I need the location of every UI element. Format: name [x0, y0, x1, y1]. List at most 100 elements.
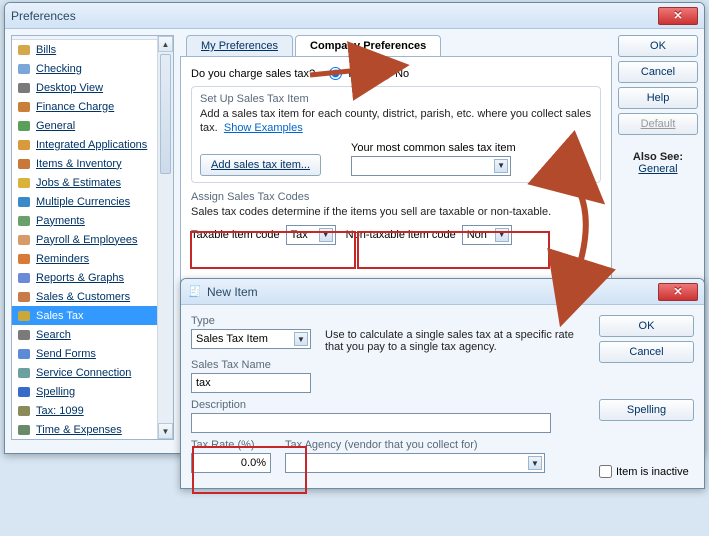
new-item-icon: 🧾 [187, 284, 203, 300]
also-see-heading: Also See: [618, 151, 698, 163]
sidebar-icon [16, 289, 32, 305]
sidebar-icon [16, 403, 32, 419]
sidebar-item-service-connection[interactable]: Service Connection [12, 363, 173, 382]
chevron-down-icon: ▼ [528, 456, 542, 470]
sidebar-item-label: Desktop View [36, 82, 103, 94]
desc-input[interactable] [191, 413, 551, 433]
charge-tax-question: Do you charge sales tax? [191, 68, 315, 80]
show-examples-link[interactable]: Show Examples [224, 122, 303, 134]
sidebar-item-label: Time & Expenses [36, 424, 122, 436]
assign-desc: Sales tax codes determine if the items y… [191, 205, 601, 219]
sidebar-item-jobs-estimates[interactable]: Jobs & Estimates [12, 173, 173, 192]
sidebar-item-label: Reports & Graphs [36, 272, 124, 284]
agency-dropdown[interactable]: ▼ [285, 453, 545, 473]
sidebar-icon [16, 270, 32, 286]
sidebar-item-label: Spelling [36, 386, 75, 398]
common-tax-dropdown[interactable]: ▼ [351, 156, 511, 176]
chevron-down-icon: ▼ [319, 228, 333, 242]
sidebar-item-label: Search [36, 329, 71, 341]
sidebar-item-time-expenses[interactable]: Time & Expenses [12, 420, 173, 439]
sidebar-item-label: Items & Inventory [36, 158, 122, 170]
rate-label: Tax Rate (%) [191, 439, 271, 451]
nontaxable-label: Non-taxable item code [346, 229, 456, 241]
new-item-cancel-button[interactable]: Cancel [599, 341, 694, 363]
new-item-title: New Item [207, 285, 258, 299]
sidebar-icon [16, 99, 32, 115]
sidebar-icon [16, 384, 32, 400]
chevron-down-icon: ▼ [494, 159, 508, 173]
inactive-label: Item is inactive [616, 466, 689, 478]
scrollbar[interactable]: ▲ ▼ [157, 36, 173, 439]
sidebar-icon [16, 156, 32, 172]
tab-my-preferences[interactable]: My Preferences [186, 35, 293, 56]
sidebar-item-multiple-currencies[interactable]: Multiple Currencies [12, 192, 173, 211]
sidebar-item-payroll-employees[interactable]: Payroll & Employees [12, 230, 173, 249]
common-tax-label: Your most common sales tax item [351, 142, 592, 154]
sidebar-icon [16, 194, 32, 210]
sidebar-item-desktop-view[interactable]: Desktop View [12, 78, 173, 97]
sidebar-item-reports-graphs[interactable]: Reports & Graphs [12, 268, 173, 287]
sidebar-item-label: Send Forms [36, 348, 96, 360]
also-see-link[interactable]: General [618, 163, 698, 175]
add-sales-tax-item-button[interactable]: Add sales tax item... [200, 154, 321, 176]
sidebar-icon [16, 61, 32, 77]
rate-input[interactable] [191, 453, 271, 473]
default-button[interactable]: Default [618, 113, 698, 135]
sidebar-item-tax-1099[interactable]: Tax: 1099 [12, 401, 173, 420]
sidebar-icon [16, 42, 32, 58]
sidebar-icon [16, 213, 32, 229]
spelling-button[interactable]: Spelling [599, 399, 694, 421]
inactive-checkbox[interactable]: Item is inactive [599, 465, 694, 478]
yes-label: Yes [346, 68, 364, 80]
sidebar-item-label: Payroll & Employees [36, 234, 138, 246]
no-radio[interactable]: No [378, 67, 409, 80]
close-icon[interactable]: ✕ [658, 7, 698, 25]
sidebar-item-items-inventory[interactable]: Items & Inventory [12, 154, 173, 173]
sidebar-item-label: Finance Charge [36, 101, 114, 113]
sidebar-item-general[interactable]: General [12, 116, 173, 135]
sidebar-item-label: Sales Tax [36, 310, 84, 322]
sidebar-icon [16, 346, 32, 362]
prefs-sidebar: Bills Checking Desktop View Finance Charge G… [11, 35, 174, 440]
nontaxable-dropdown[interactable]: Non▼ [462, 225, 512, 245]
sidebar-item-checking[interactable]: Checking [12, 59, 173, 78]
sidebar-item-finance-charge[interactable]: Finance Charge [12, 97, 173, 116]
sidebar-icon [16, 422, 32, 438]
tab-company-preferences[interactable]: Company Preferences [295, 35, 441, 56]
name-input[interactable] [191, 373, 311, 393]
sidebar-item-reminders[interactable]: Reminders [12, 249, 173, 268]
sidebar-item-bills[interactable]: Bills [12, 40, 173, 59]
sidebar-item-label: Multiple Currencies [36, 196, 130, 208]
close-icon[interactable]: ✕ [658, 283, 698, 301]
no-label: No [395, 68, 409, 80]
sidebar-item-label: Service Connection [36, 367, 131, 379]
sidebar-item-sales-tax[interactable]: Sales Tax [12, 306, 173, 325]
scroll-thumb[interactable] [160, 54, 171, 174]
new-item-ok-button[interactable]: OK [599, 315, 694, 337]
sidebar-icon [16, 251, 32, 267]
chevron-down-icon: ▼ [495, 228, 509, 242]
scroll-up-icon[interactable]: ▲ [158, 36, 173, 52]
sidebar-item-integrated-applications[interactable]: Integrated Applications [12, 135, 173, 154]
sidebar-item-label: Checking [36, 63, 82, 75]
sidebar-item-send-forms[interactable]: Send Forms [12, 344, 173, 363]
type-desc: Use to calculate a single sales tax at a… [325, 315, 589, 353]
sidebar-item-label: Bills [36, 44, 56, 56]
yes-radio[interactable]: Yes [329, 67, 364, 80]
sidebar-item-sales-customers[interactable]: Sales & Customers [12, 287, 173, 306]
prefs-title: Preferences [11, 9, 76, 23]
sidebar-icon [16, 80, 32, 96]
help-button[interactable]: Help [618, 87, 698, 109]
type-dropdown[interactable]: Sales Tax Item▼ [191, 329, 311, 349]
taxable-dropdown[interactable]: Tax▼ [286, 225, 336, 245]
sidebar-item-spelling[interactable]: Spelling [12, 382, 173, 401]
sidebar-item-payments[interactable]: Payments [12, 211, 173, 230]
ok-button[interactable]: OK [618, 35, 698, 57]
sidebar-icon [16, 365, 32, 381]
scroll-down-icon[interactable]: ▼ [158, 423, 173, 439]
desc-label: Description [191, 399, 589, 411]
sidebar-item-label: Payments [36, 215, 85, 227]
sidebar-item-search[interactable]: Search [12, 325, 173, 344]
sidebar-item-label: Reminders [36, 253, 89, 265]
cancel-button[interactable]: Cancel [618, 61, 698, 83]
